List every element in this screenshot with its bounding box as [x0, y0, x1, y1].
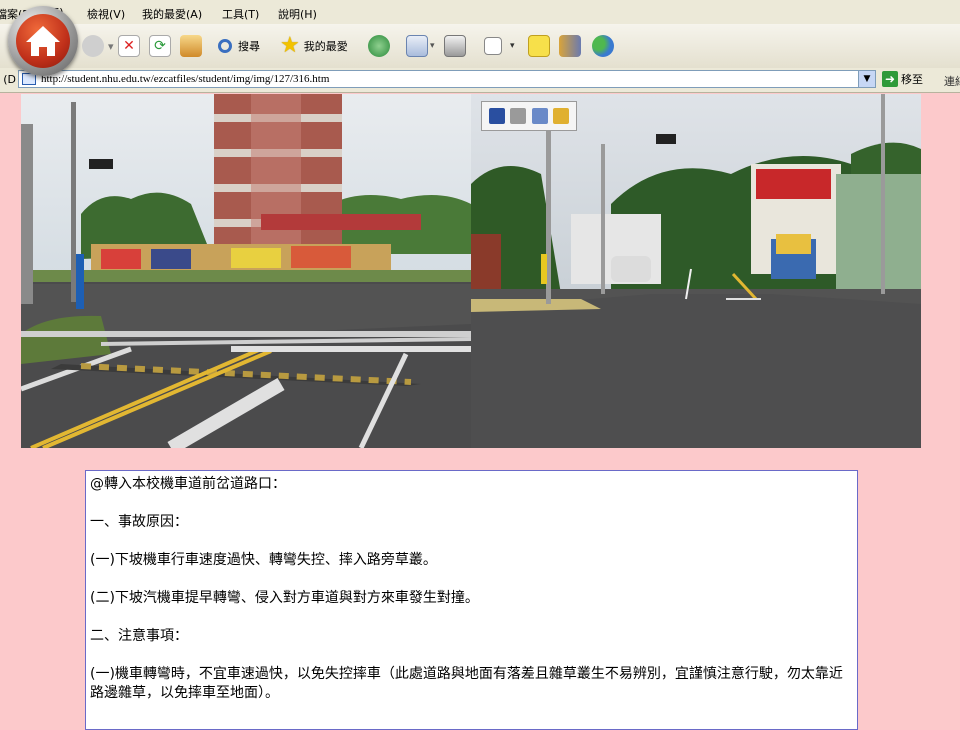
menu-bar: 檔案(F) (E) 檢視(V) 我的最愛(A) 工具(T) 說明(H) [0, 0, 960, 25]
chevron-down-icon: ▾ [430, 41, 435, 51]
edit-page-icon [484, 37, 502, 55]
search-label: 搜尋 [238, 40, 260, 53]
favorites-label: 我的最愛 [303, 40, 348, 53]
home-badge-inner [16, 14, 70, 68]
house-icon [26, 26, 60, 56]
print-icon[interactable] [510, 108, 527, 124]
search-icon [218, 39, 232, 53]
home-badge[interactable] [8, 6, 78, 76]
history-button[interactable] [368, 34, 390, 58]
forward-arrow-icon [82, 35, 104, 57]
research-button[interactable] [559, 34, 581, 58]
toolbar: ▾ ✕ ⟳ 搜尋 ★ 我的最愛 ▾ ▾ [0, 24, 960, 69]
address-bar: D) http://student.nhu.edu.tw/ezcatfiles/… [0, 68, 960, 93]
go-button[interactable]: ➜ 移至 [882, 71, 923, 87]
address-input[interactable]: http://student.nhu.edu.tw/ezcatfiles/stu… [18, 70, 876, 88]
research-icon [559, 35, 581, 57]
address-label: D) [3, 73, 16, 86]
folder-icon[interactable] [553, 108, 570, 124]
section1-item2: (二)下坡汽機車提早轉彎、侵入對方車道與對方來車發生對撞。 [90, 590, 479, 606]
menu-favorites[interactable]: 我的最愛(A) [142, 6, 202, 22]
edit-button[interactable]: ▾ [484, 34, 515, 58]
mail-icon[interactable] [531, 108, 548, 124]
star-icon: ★ [280, 33, 300, 58]
chevron-down-icon[interactable]: ▼ [858, 71, 875, 87]
chevron-down-icon: ▾ [108, 39, 114, 53]
address-url: http://student.nhu.edu.tw/ezcatfiles/stu… [41, 73, 330, 85]
content-heading: @轉入本校機車道前岔道路口： [90, 476, 286, 492]
history-icon [368, 35, 390, 57]
printer-icon [444, 35, 466, 57]
save-icon[interactable] [488, 108, 505, 124]
mail-button[interactable]: ▾ [406, 34, 435, 58]
stop-icon: ✕ [118, 35, 140, 57]
refresh-button[interactable]: ⟳ [149, 34, 171, 58]
section2-item1: (一)機車轉彎時，不宜車速過快，以免失控摔車（此處道路與地面有落差且雜草叢生不易… [90, 666, 843, 701]
go-label: 移至 [901, 73, 923, 86]
favorites-button[interactable]: ★ 我的最愛 [280, 34, 348, 58]
menu-tools[interactable]: 工具(T) [222, 6, 259, 22]
forward-button[interactable]: ▾ [82, 34, 114, 58]
road-photo-left [21, 94, 471, 448]
home-icon [180, 35, 202, 57]
section1-title: 一、事故原因： [90, 514, 188, 530]
messenger-icon [592, 35, 614, 57]
section1-item1: (一)下坡機車行車速度過快、轉彎失控、摔入路旁草叢。 [90, 552, 437, 568]
section2-title: 二、注意事項： [90, 628, 188, 644]
messenger-button[interactable] [592, 34, 614, 58]
road-photo-right [471, 94, 921, 448]
menu-view[interactable]: 檢視(V) [87, 6, 125, 22]
links-label[interactable]: 連結 [944, 73, 960, 89]
go-arrow-icon: ➜ [882, 71, 898, 87]
mail-icon [406, 35, 428, 57]
content-box: @轉入本校機車道前岔道路口： 一、事故原因： (一)下坡機車行車速度過快、轉彎失… [85, 470, 858, 730]
home-button[interactable] [180, 34, 202, 58]
refresh-icon: ⟳ [149, 35, 171, 57]
image-toolbar [481, 101, 577, 131]
search-button[interactable]: 搜尋 [218, 34, 260, 58]
stop-button[interactable]: ✕ [118, 34, 140, 58]
note-icon [528, 35, 550, 57]
discuss-button[interactable] [528, 34, 550, 58]
menu-help[interactable]: 說明(H) [278, 6, 317, 22]
chevron-down-icon: ▾ [510, 41, 515, 51]
print-button[interactable] [444, 34, 466, 58]
